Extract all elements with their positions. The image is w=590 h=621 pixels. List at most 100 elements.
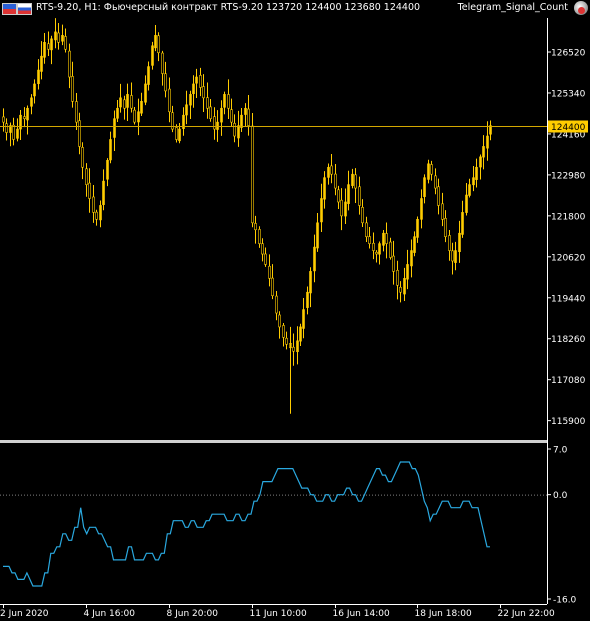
candle-body (337, 189, 340, 203)
price-axis: 1265201253401241601229801218001206201194… (547, 49, 588, 427)
candle-body (78, 120, 81, 147)
candle-body (458, 232, 461, 253)
price-tick-label: 125340 (551, 89, 586, 99)
indicator-tick-label: 0.0 (553, 491, 568, 501)
candle-body (102, 180, 105, 205)
indicator-tick-label: -16.0 (553, 596, 577, 606)
candles-group (0, 18, 547, 414)
candle-body (23, 116, 26, 119)
candle-body (251, 125, 254, 224)
candle-body (119, 97, 122, 108)
candle-body (454, 250, 457, 263)
candle-body (213, 116, 216, 130)
candle-body (113, 118, 116, 138)
candle-body (220, 107, 223, 123)
candle-body (33, 83, 36, 97)
candle-body (320, 198, 323, 223)
candle-body (195, 76, 198, 84)
candle-body (382, 232, 385, 246)
candle-body (378, 243, 381, 255)
candle-body (85, 168, 88, 185)
candle-body (334, 173, 337, 189)
candle-body (313, 246, 316, 272)
indicator-pane: 7.0 0.0 -16.0 (0, 446, 577, 606)
candle-body (30, 97, 33, 107)
candle-body (416, 219, 419, 238)
time-axis: 2 Jun 2020 4 Jun 16:00 8 Jun 20:00 11 Jun 1… (0, 604, 555, 619)
candle-body (316, 222, 319, 249)
candle-body (389, 241, 392, 258)
candle-body (372, 242, 375, 251)
candle-body (285, 337, 288, 345)
candle-body (278, 314, 281, 328)
candle-body (68, 50, 71, 78)
candle-body (282, 325, 285, 338)
candle-body (168, 88, 171, 113)
chart-window[interactable]: RTS-9.20, H1: Фьючерсный контракт RTS-9.… (0, 0, 590, 621)
candle-body (461, 212, 464, 235)
candle-body (140, 101, 143, 114)
candle-body (240, 114, 243, 128)
candle-body (392, 255, 395, 272)
candle-body (5, 123, 8, 133)
candle-body (147, 66, 150, 85)
candle-body (75, 101, 78, 123)
indicator-tick-label: 7.0 (553, 446, 568, 456)
candle-body (468, 184, 471, 196)
candle-body (189, 94, 192, 106)
candle-body (137, 111, 140, 123)
candle-body (354, 174, 357, 189)
candle-body (472, 177, 475, 186)
candle-body (192, 83, 195, 94)
candle-body (223, 94, 226, 108)
candle-body (64, 36, 67, 50)
candle-body (327, 166, 330, 178)
candle-body (92, 196, 95, 213)
candle-body (254, 223, 257, 231)
time-tick-label: 11 Jun 10:00 (250, 609, 307, 619)
candle-body (227, 94, 230, 109)
pane-separator[interactable] (0, 440, 547, 443)
price-chart[interactable]: 1265201253401241601229801218001206201194… (0, 0, 590, 621)
candle-body (399, 286, 402, 293)
candle-body (233, 123, 236, 137)
candle-body (130, 95, 133, 109)
candle-body (430, 164, 433, 175)
price-tick-label: 118260 (551, 335, 586, 345)
candle-body (61, 35, 64, 42)
candle-body (26, 107, 29, 121)
candle-body (437, 186, 440, 206)
candle-body (271, 277, 274, 296)
time-tick-label: 18 Jun 18:00 (415, 609, 472, 619)
current-price-label: 124400 (551, 123, 586, 133)
price-tick-label: 122980 (551, 171, 586, 181)
price-tick-label: 115900 (551, 417, 586, 427)
indicator-line (3, 461, 490, 587)
candle-body (40, 55, 43, 72)
candle-body (427, 163, 430, 180)
candle-body (434, 175, 437, 189)
candle-body (175, 127, 178, 140)
candle-body (157, 35, 160, 54)
candle-body (423, 177, 426, 197)
candle-body (330, 165, 333, 175)
candle-body (385, 233, 388, 244)
candle-body (151, 45, 154, 66)
candle-body (12, 124, 15, 140)
candle-body (185, 104, 188, 116)
candle-body (178, 128, 181, 142)
candle-body (448, 235, 451, 251)
candle-body (95, 211, 98, 220)
candle-body (403, 278, 406, 295)
candle-body (206, 97, 209, 109)
time-tick-label: 2 Jun 2020 (0, 609, 49, 619)
candle-body (292, 346, 295, 352)
candle-body (2, 116, 5, 123)
candle-body (296, 340, 299, 353)
time-tick-label: 22 Jun 22:00 (498, 609, 555, 619)
candle-body (306, 291, 309, 308)
time-tick-label: 8 Jun 20:00 (167, 609, 219, 619)
candle-body (410, 250, 413, 267)
candle-body (88, 182, 91, 199)
candle-body (199, 75, 202, 88)
